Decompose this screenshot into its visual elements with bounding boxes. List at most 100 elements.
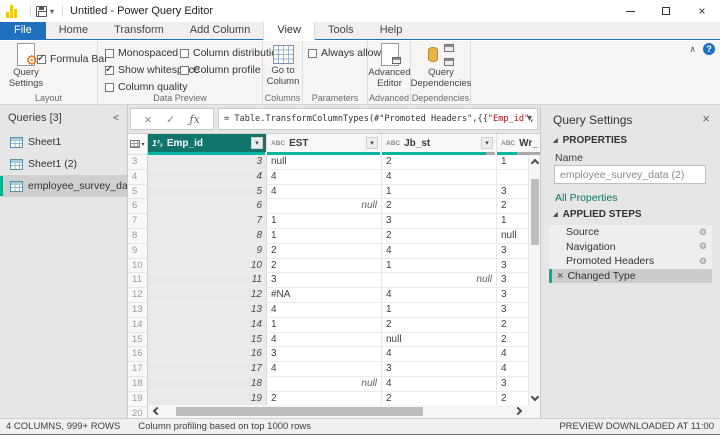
row-number[interactable]: 9 xyxy=(128,243,148,259)
quick-access-dropdown-icon[interactable]: ▾ xyxy=(50,7,54,16)
row-number[interactable]: 10 xyxy=(128,258,148,274)
collapse-pane-icon[interactable]: < xyxy=(113,113,119,124)
applied-step[interactable]: Navigation ⚙ xyxy=(549,239,712,254)
query-dependencies-button[interactable]: Query Dependencies xyxy=(411,43,471,89)
all-properties-link[interactable]: All Properties xyxy=(555,192,617,204)
scroll-up-icon[interactable] xyxy=(530,158,540,168)
grid-cell[interactable]: 2 xyxy=(382,155,497,170)
grid-cell-emp-id[interactable]: 12 xyxy=(148,288,267,303)
query-item[interactable]: employee_survey_data (2) xyxy=(0,175,127,197)
query-settings-button[interactable]: ⚙ Query Settings xyxy=(3,43,49,89)
grid-cell[interactable]: null xyxy=(382,332,497,348)
grid-cell[interactable]: 1 xyxy=(382,184,497,200)
grid-cell[interactable]: 1 xyxy=(382,258,497,274)
row-number[interactable]: 3 xyxy=(128,155,148,170)
column-header-emp_id[interactable]: 1²₃ Emp_id ▾ xyxy=(148,134,267,152)
grid-cell[interactable]: 4 xyxy=(382,347,497,363)
row-number[interactable]: 14 xyxy=(128,317,148,333)
close-panel-icon[interactable]: × xyxy=(702,111,710,126)
query-item[interactable]: Sheet1 xyxy=(0,131,127,153)
row-number[interactable]: 17 xyxy=(128,362,148,377)
row-number[interactable]: 20 xyxy=(128,406,148,418)
row-number[interactable]: 6 xyxy=(128,199,148,215)
advanced-editor-button[interactable]: Advanced Editor xyxy=(368,43,411,89)
applied-step[interactable]: Source ⚙ xyxy=(549,225,712,240)
grid-cell-emp-id[interactable]: 5 xyxy=(148,184,267,200)
column-header-jb_st[interactable]: ABC Jb_st ▾ xyxy=(382,134,497,152)
vertical-scrollbar[interactable] xyxy=(528,155,540,405)
grid-cell[interactable]: 4 xyxy=(267,332,382,348)
applied-steps-section-header[interactable]: ◢ APPLIED STEPS xyxy=(553,209,642,220)
collapse-ribbon-icon[interactable]: ∧ xyxy=(689,44,696,55)
scroll-right-icon[interactable] xyxy=(513,406,523,416)
query-name-input[interactable] xyxy=(554,165,706,184)
grid-cell-emp-id[interactable]: 6 xyxy=(148,199,267,215)
horizontal-scrollbar-thumb[interactable] xyxy=(176,407,423,416)
grid-cell[interactable]: 3 xyxy=(267,273,382,289)
grid-cell-emp-id[interactable]: 4 xyxy=(148,169,267,185)
expand-formula-icon[interactable]: ▾ xyxy=(527,113,532,124)
help-icon[interactable]: ? xyxy=(703,43,715,55)
grid-cell-emp-id[interactable]: 17 xyxy=(148,362,267,377)
filter-dropdown-icon[interactable]: ▾ xyxy=(481,137,493,149)
filter-dropdown-icon[interactable]: ▾ xyxy=(366,137,378,149)
row-number[interactable]: 16 xyxy=(128,347,148,363)
grid-cell-emp-id[interactable]: 13 xyxy=(148,302,267,318)
grid-cell-emp-id[interactable]: 11 xyxy=(148,273,267,289)
go-to-column-button[interactable]: Go to Column xyxy=(264,43,302,87)
applied-step[interactable]: Promoted Headers ⚙ xyxy=(549,254,712,269)
tab-transform[interactable]: Transform xyxy=(101,22,177,39)
row-number[interactable]: 18 xyxy=(128,376,148,392)
scroll-down-icon[interactable] xyxy=(530,392,540,402)
grid-cell[interactable]: 2 xyxy=(382,199,497,215)
select-all-corner-button[interactable]: ▾ xyxy=(128,134,148,155)
grid-cell[interactable]: 2 xyxy=(382,228,497,244)
grid-cell[interactable]: 2 xyxy=(382,317,497,333)
grid-cell[interactable]: null xyxy=(382,273,497,289)
grid-cell-emp-id[interactable]: 8 xyxy=(148,228,267,244)
grid-cell[interactable]: 4 xyxy=(267,184,382,200)
gear-icon[interactable]: ⚙ xyxy=(699,241,707,252)
column-quality-checkbox[interactable]: Column quality xyxy=(105,81,187,93)
grid-cell[interactable]: 1 xyxy=(267,228,382,244)
horizontal-scrollbar[interactable] xyxy=(148,405,527,418)
grid-cell[interactable]: 3 xyxy=(382,214,497,229)
grid-cell-emp-id[interactable]: 15 xyxy=(148,332,267,348)
grid-cell[interactable]: 4 xyxy=(382,288,497,303)
grid-cell-emp-id[interactable]: 18 xyxy=(148,376,267,392)
row-number[interactable]: 15 xyxy=(128,332,148,348)
tab-home[interactable]: Home xyxy=(46,22,101,39)
grid-cell[interactable]: null xyxy=(267,199,382,215)
grid-cell[interactable]: 4 xyxy=(382,169,497,185)
grid-cell-emp-id[interactable]: 14 xyxy=(148,317,267,333)
grid-cell[interactable]: 1 xyxy=(382,302,497,318)
monospaced-checkbox[interactable]: Monospaced xyxy=(105,47,178,59)
cancel-icon[interactable]: × xyxy=(144,112,152,127)
tab-tools[interactable]: Tools xyxy=(315,22,367,39)
grid-cell-emp-id[interactable]: 3 xyxy=(148,155,267,170)
grid-cell[interactable]: 4 xyxy=(267,362,382,377)
column-header-wr_[interactable]: ABCWr_▾ xyxy=(497,134,540,152)
grid-cell[interactable]: 3 xyxy=(267,347,382,363)
filter-dropdown-icon[interactable]: ▾ xyxy=(251,137,263,149)
scroll-left-icon[interactable] xyxy=(152,406,162,416)
applied-step[interactable]: × Changed Type xyxy=(549,268,712,283)
gear-icon[interactable]: ⚙ xyxy=(699,227,707,238)
fx-icon[interactable]: ƒx xyxy=(190,113,200,126)
tab-view[interactable]: View xyxy=(263,22,315,40)
grid-cell[interactable]: 3 xyxy=(382,362,497,377)
grid-cell[interactable]: 4 xyxy=(382,376,497,392)
row-number[interactable]: 12 xyxy=(128,288,148,303)
gear-icon[interactable]: ⚙ xyxy=(699,256,707,267)
row-number[interactable]: 13 xyxy=(128,302,148,318)
grid-cell-emp-id[interactable]: 16 xyxy=(148,347,267,363)
row-number[interactable]: 4 xyxy=(128,169,148,185)
formula-input[interactable]: = Table.TransformColumnTypes(#"Promoted … xyxy=(218,108,538,130)
row-number[interactable]: 11 xyxy=(128,273,148,289)
column-header-est[interactable]: ABC EST ▾ xyxy=(267,134,382,152)
grid-cell[interactable]: 1 xyxy=(267,214,382,229)
close-button[interactable]: × xyxy=(684,0,720,22)
grid-cell[interactable]: 4 xyxy=(382,243,497,259)
grid-cell[interactable]: #NA xyxy=(267,288,382,303)
grid-cell[interactable]: null xyxy=(267,155,382,170)
